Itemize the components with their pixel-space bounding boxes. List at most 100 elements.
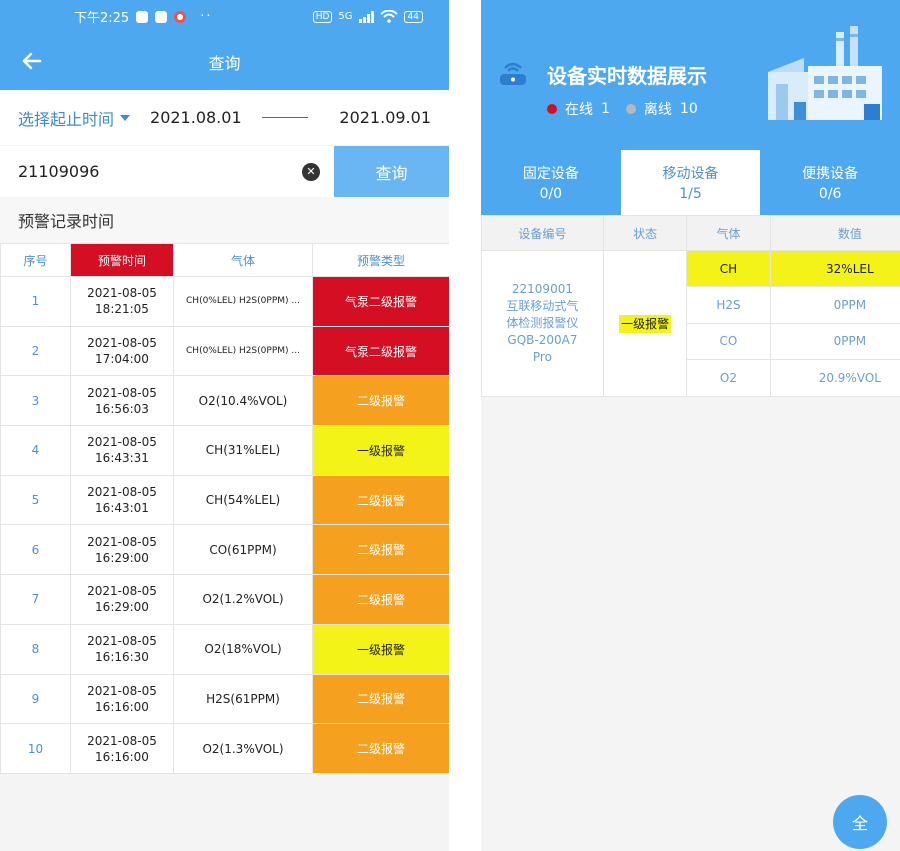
date-picker-label: 选择起止时间 [18, 109, 115, 129]
gas-readings: O2(1.3%VOL) [173, 723, 313, 774]
row-index: 2 [0, 325, 71, 377]
gas-name: CO [686, 322, 771, 361]
column-header: 数值 [769, 215, 900, 251]
query-button[interactable]: 查询 [334, 146, 449, 197]
alert-clock: 17:04:00 [95, 352, 149, 367]
network-label: 5G [338, 11, 353, 22]
table-row[interactable]: 10 2021-08-05 16:16:00 O2(1.3%VOL) 二级报警 [0, 723, 449, 774]
gas-value: 0PPM [769, 286, 900, 324]
device-name: 体检测报警仪 [506, 315, 579, 330]
realtime-screen: 设备实时数据展示 在线 1 离线 10 固定设备 0/0 移动设备 1/5 便携… [481, 0, 900, 851]
table-row[interactable]: 4 2021-08-05 16:43:31 CH(31%LEL) 一级报警 [0, 425, 449, 476]
table-header-row: 设备编号 状态 气体 数值 [481, 215, 900, 251]
alert-type: 二级报警 [312, 524, 449, 576]
alert-time: 2021-08-05 16:56:03 [70, 375, 174, 427]
table-header-row: 序号 预警时间 气体 预警类型 [0, 243, 449, 277]
back-arrow-icon[interactable] [20, 49, 44, 73]
gas-name: H2S [686, 286, 771, 324]
table-row[interactable]: 22109001 互联移动式气 体检测报警仪 GQB-200A7 Pro 一级报… [481, 249, 900, 397]
alert-type: 二级报警 [312, 574, 449, 625]
column-header[interactable]: 气体 [173, 243, 313, 277]
alert-date: 2021-08-05 [87, 634, 157, 649]
device-model: Pro [532, 349, 552, 364]
table-row[interactable]: 7 2021-08-05 16:29:00 O2(1.2%VOL) 二级报警 [0, 574, 449, 625]
row-index: 8 [0, 623, 71, 675]
alert-time: 2021-08-05 16:16:00 [70, 723, 174, 774]
table-row[interactable]: 5 2021-08-05 16:43:01 CH(54%LEL) 二级报警 [0, 474, 449, 526]
column-header: 状态 [602, 215, 688, 251]
alert-time: 2021-08-05 16:16:30 [70, 623, 174, 675]
alert-records-table: 序号 预警时间 气体 预警类型 1 2021-08-05 18:21:05 CH(0%… [0, 243, 449, 774]
tab-label: 便携设备 [802, 166, 859, 182]
caret-down-icon [120, 114, 131, 121]
row-index: 3 [0, 375, 71, 427]
tab-fixed-devices[interactable]: 固定设备 0/0 [481, 150, 621, 215]
row-index: 10 [0, 723, 71, 774]
gas-readings: CH(31%LEL) [173, 425, 313, 476]
alert-clock: 16:56:03 [95, 401, 149, 416]
notification-icon [136, 10, 149, 23]
table-row[interactable]: 1 2021-08-05 18:21:05 CH(0%LEL) H2S(0PPM) .… [0, 276, 449, 327]
gas-name: O2 [686, 359, 771, 397]
realtime-header: 设备实时数据展示 在线 1 离线 10 [481, 0, 900, 150]
alert-date: 2021-08-05 [87, 336, 157, 351]
row-index: 6 [0, 524, 71, 576]
alert-type: 二级报警 [312, 474, 449, 526]
alert-type: 一级报警 [312, 623, 449, 675]
alert-date: 2021-08-05 [87, 385, 157, 400]
tab-portable-devices[interactable]: 便携设备 0/6 [760, 150, 900, 215]
alert-date: 2021-08-05 [87, 435, 157, 450]
alert-time: 2021-08-05 16:29:00 [70, 524, 174, 576]
column-header[interactable]: 预警类型 [312, 243, 449, 277]
column-header[interactable]: 序号 [0, 243, 71, 277]
column-header[interactable]: 预警时间 [70, 243, 174, 277]
tab-mobile-devices[interactable]: 移动设备 1/5 [620, 150, 761, 215]
table-row[interactable]: 6 2021-08-05 16:29:00 CO(61PPM) 二级报警 [0, 524, 449, 576]
online-status: 在线 1 离线 10 [547, 99, 698, 119]
column-header: 设备编号 [481, 215, 604, 251]
alert-time: 2021-08-05 17:04:00 [70, 325, 174, 377]
alert-date: 2021-08-05 [87, 485, 157, 500]
status-time: 下午2:25 [74, 11, 130, 26]
date-separator [261, 117, 308, 118]
notification-icon [155, 10, 168, 23]
gas-readings: CH(0%LEL) H2S(0PPM) ... [173, 325, 313, 377]
table-row[interactable]: 2 2021-08-05 17:04:00 CH(0%LEL) H2S(0PPM) .… [0, 325, 449, 377]
date-range-picker[interactable]: 选择起止时间 [18, 106, 131, 130]
show-all-button[interactable]: 全 [833, 795, 887, 849]
alert-type: 气泵二级报警 [312, 276, 449, 327]
end-date[interactable]: 2021.09.01 [339, 108, 431, 127]
tab-count: 0/6 [818, 186, 842, 202]
alert-clock: 16:43:01 [95, 501, 149, 516]
alert-date: 2021-08-05 [87, 534, 157, 549]
alert-type: 二级报警 [312, 375, 449, 427]
start-date[interactable]: 2021.08.01 [150, 108, 242, 127]
offline-count: 10 [679, 101, 698, 117]
device-id-input[interactable] [0, 146, 302, 197]
signal-icon [358, 10, 374, 23]
hd-icon: HD [312, 10, 333, 23]
clear-icon[interactable]: ✕ [302, 162, 320, 181]
gas-value: 20.9%VOL [769, 359, 900, 397]
row-index: 5 [0, 474, 71, 526]
alert-date: 2021-08-05 [87, 733, 157, 748]
tab-count: 1/5 [679, 186, 702, 202]
online-label: 在线 [565, 102, 593, 118]
gas-readings: CH(54%LEL) [173, 474, 313, 526]
gas-readings: CO(61PPM) [173, 524, 313, 576]
more-dots-icon: ·· [200, 9, 213, 24]
alert-date: 2021-08-05 [87, 584, 157, 599]
table-row[interactable]: 8 2021-08-05 16:16:30 O2(18%VOL) 一级报警 [0, 623, 449, 675]
device-tabs: 固定设备 0/0 移动设备 1/5 便携设备 0/6 [481, 150, 900, 215]
table-row[interactable]: 9 2021-08-05 16:16:00 H2S(61PPM) 二级报警 [0, 673, 449, 725]
table-row[interactable]: 3 2021-08-05 16:56:03 O2(10.4%VOL) 二级报警 [0, 375, 449, 427]
alert-time: 2021-08-05 18:21:05 [70, 276, 174, 327]
device-wifi-icon [500, 62, 526, 85]
notification-icon [174, 10, 187, 23]
status-bar: 下午2:25 ·· HD 5G 44 [0, 0, 449, 33]
device-name: 互联移动式气 [506, 298, 579, 313]
gas-readings: O2(10.4%VOL) [173, 375, 313, 427]
device-cell[interactable]: 22109001 互联移动式气 体检测报警仪 GQB-200A7 Pro [481, 250, 604, 397]
alert-time: 2021-08-05 16:16:00 [70, 673, 174, 725]
gas-name: CH [686, 249, 771, 288]
